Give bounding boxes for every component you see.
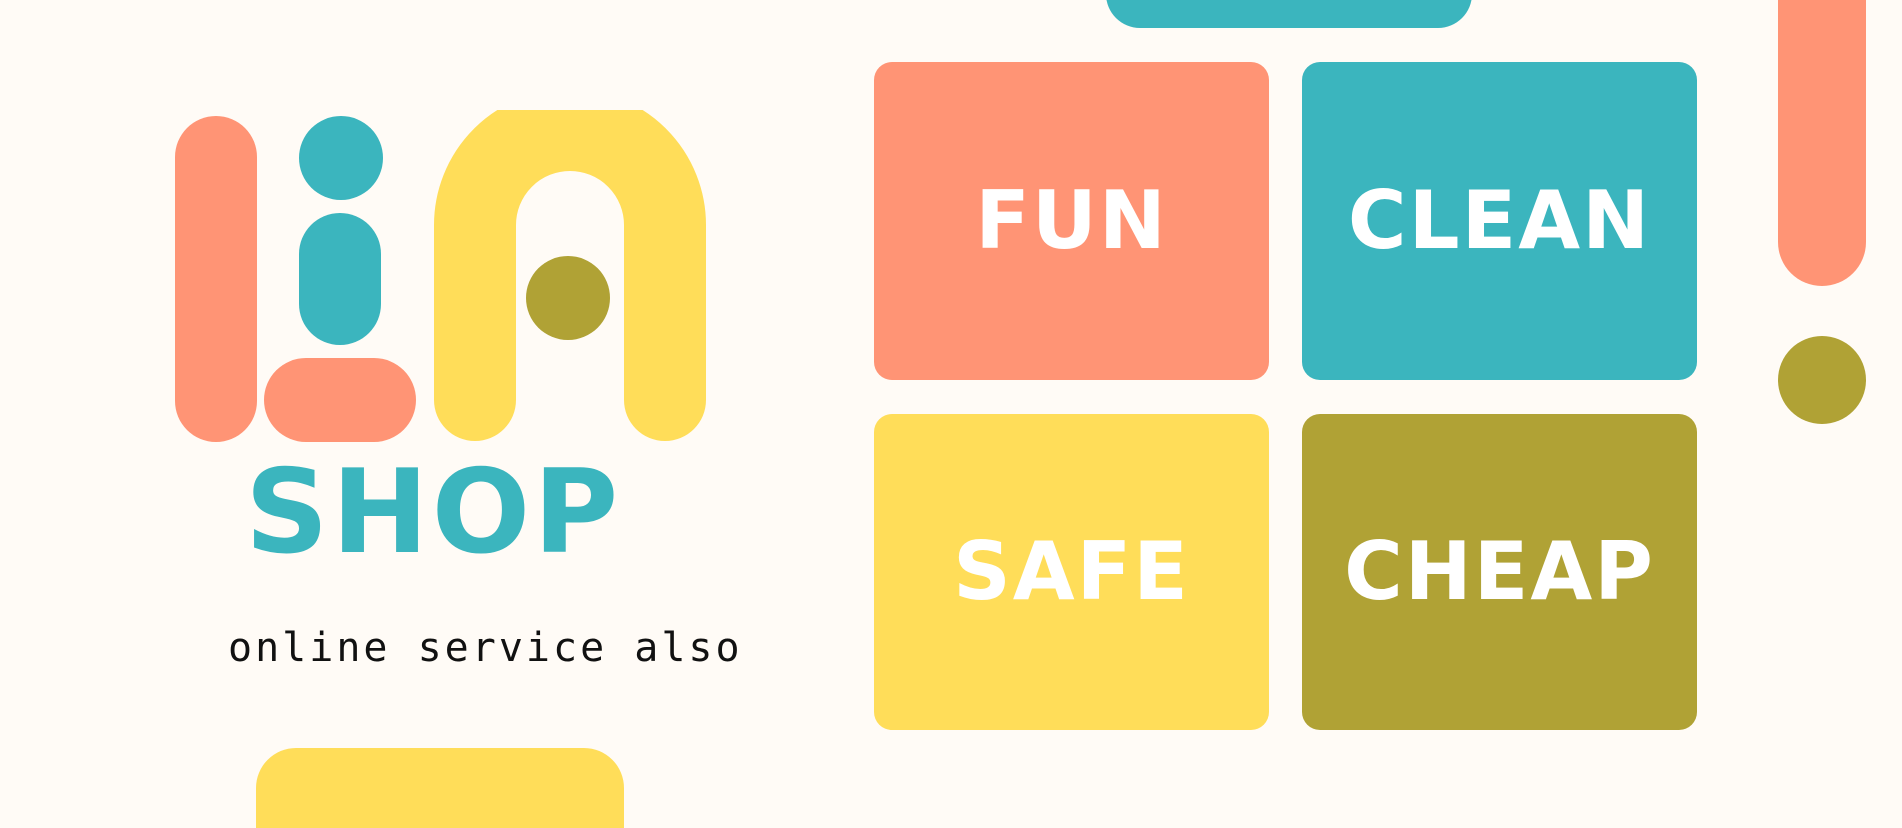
- tile-clean: CLEAN: [1302, 62, 1697, 380]
- tile-fun-label: FUN: [975, 174, 1168, 267]
- tile-cheap: CHEAP: [1302, 414, 1697, 730]
- tagline: online service also: [228, 625, 743, 671]
- right-olive-dot: [1778, 336, 1866, 424]
- logo-coral-horizontal-pill: [264, 358, 416, 442]
- tile-fun: FUN: [874, 62, 1269, 380]
- tile-cheap-label: CHEAP: [1344, 525, 1655, 618]
- tile-safe: SAFE: [874, 414, 1269, 730]
- logo-teal-dot: [299, 116, 383, 200]
- logo-word: SHOP: [245, 445, 622, 580]
- tile-clean-label: CLEAN: [1347, 174, 1652, 267]
- tile-safe-label: SAFE: [953, 525, 1190, 618]
- logo-olive-dot: [526, 256, 610, 340]
- right-coral-bar: [1778, 0, 1866, 286]
- bottom-yellow-bar: [256, 748, 624, 828]
- logo-teal-pill: [299, 213, 381, 345]
- top-teal-bar: [1106, 0, 1472, 28]
- logo-coral-pill: [175, 116, 257, 442]
